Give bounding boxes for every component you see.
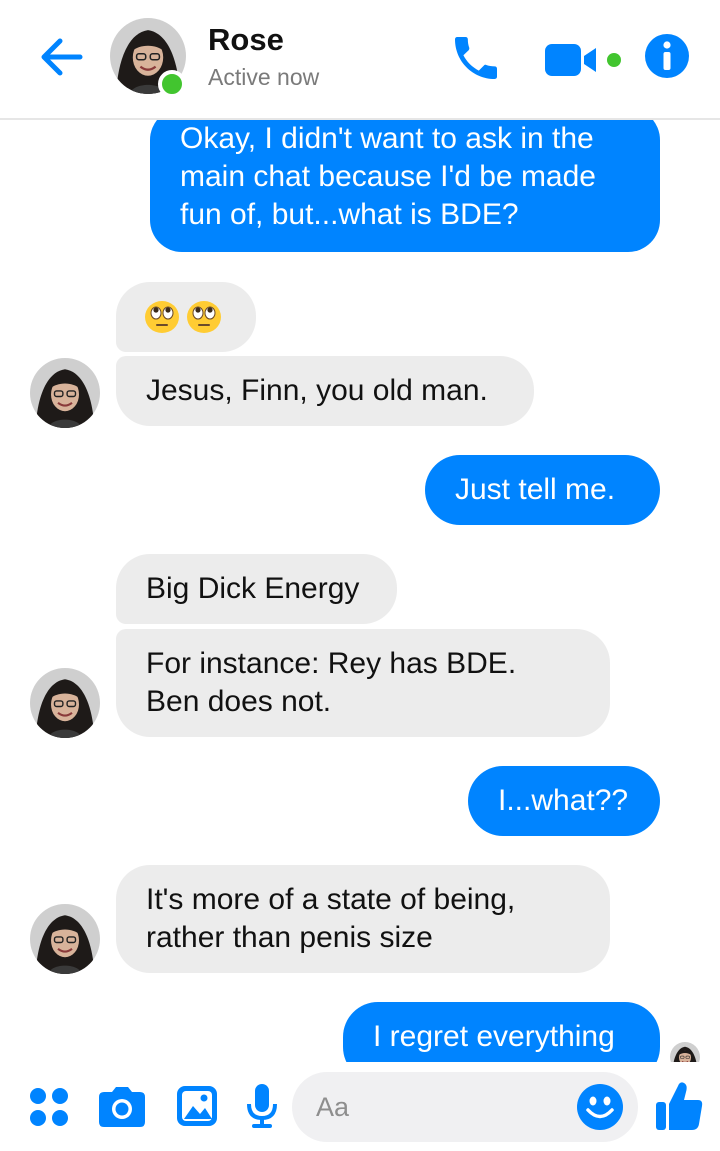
image-icon bbox=[177, 1086, 217, 1126]
contact-name[interactable]: Rose bbox=[208, 22, 284, 58]
camera-icon bbox=[99, 1087, 145, 1127]
read-receipt-avatar bbox=[670, 1042, 700, 1062]
video-camera-icon bbox=[545, 44, 621, 76]
info-button[interactable] bbox=[644, 33, 690, 79]
camera-button[interactable] bbox=[98, 1086, 146, 1128]
message-list[interactable]: Okay, I didn't want to ask in the main c… bbox=[0, 120, 720, 1062]
message-line: It's more of a state of being, bbox=[146, 883, 516, 916]
gallery-button[interactable] bbox=[176, 1084, 218, 1128]
incoming-message[interactable]: For instance: Rey has BDE. Ben does not. bbox=[116, 629, 610, 737]
message-text: Big Dick Energy bbox=[146, 572, 360, 605]
outgoing-message[interactable]: I regret everything bbox=[343, 1002, 660, 1062]
message-composer: Aa bbox=[0, 1062, 720, 1151]
message-text: I...what?? bbox=[498, 784, 629, 817]
read-receipt-photo bbox=[670, 1042, 700, 1062]
message-input[interactable]: Aa bbox=[292, 1072, 638, 1142]
contact-status: Active now bbox=[208, 64, 320, 90]
outgoing-message[interactable]: Just tell me. bbox=[425, 455, 660, 525]
video-call-button[interactable] bbox=[542, 38, 626, 82]
phone-icon bbox=[455, 37, 497, 79]
more-actions-button[interactable] bbox=[28, 1086, 70, 1128]
message-text: Just tell me. bbox=[455, 473, 616, 506]
sender-avatar[interactable] bbox=[30, 668, 100, 738]
incoming-message[interactable]: It's more of a state of being, rather th… bbox=[116, 865, 610, 973]
grid-dots-icon bbox=[30, 1088, 68, 1126]
sender-avatar[interactable] bbox=[30, 358, 100, 428]
outgoing-message[interactable]: Okay, I didn't want to ask in the main c… bbox=[150, 120, 660, 252]
sender-photo bbox=[30, 358, 100, 428]
emoji-button[interactable] bbox=[576, 1083, 624, 1131]
thumbs-up-icon bbox=[656, 1082, 703, 1130]
online-indicator bbox=[158, 70, 186, 98]
microphone-icon bbox=[247, 1084, 277, 1128]
message-line: main chat because I'd be made bbox=[180, 160, 596, 193]
sender-photo bbox=[30, 904, 100, 974]
like-button[interactable] bbox=[654, 1080, 704, 1132]
message-line: Okay, I didn't want to ask in the bbox=[180, 122, 594, 155]
eye-roll-emoji-icon bbox=[145, 301, 221, 333]
message-text: I regret everything bbox=[373, 1020, 615, 1053]
conversation-header: Rose Active now bbox=[0, 0, 720, 120]
message-line: fun of, but...what is BDE? bbox=[180, 198, 519, 231]
sender-photo bbox=[30, 668, 100, 738]
incoming-message[interactable]: Jesus, Finn, you old man. bbox=[116, 356, 534, 426]
voice-message-button[interactable] bbox=[246, 1082, 278, 1130]
message-input-placeholder: Aa bbox=[316, 1092, 350, 1122]
outgoing-message[interactable]: I...what?? bbox=[468, 766, 660, 836]
incoming-emoji-message[interactable] bbox=[116, 282, 256, 352]
message-text: Jesus, Finn, you old man. bbox=[146, 374, 488, 407]
incoming-message[interactable]: Big Dick Energy bbox=[116, 554, 397, 624]
sender-avatar[interactable] bbox=[30, 904, 100, 974]
message-line: For instance: Rey has BDE. bbox=[146, 647, 517, 680]
voice-call-button[interactable] bbox=[448, 30, 504, 86]
back-button[interactable] bbox=[34, 30, 88, 84]
info-icon bbox=[645, 34, 689, 78]
back-arrow-icon bbox=[41, 38, 83, 76]
message-line: Ben does not. bbox=[146, 685, 332, 718]
message-line: rather than penis size bbox=[146, 921, 433, 954]
smiley-icon bbox=[577, 1084, 623, 1130]
